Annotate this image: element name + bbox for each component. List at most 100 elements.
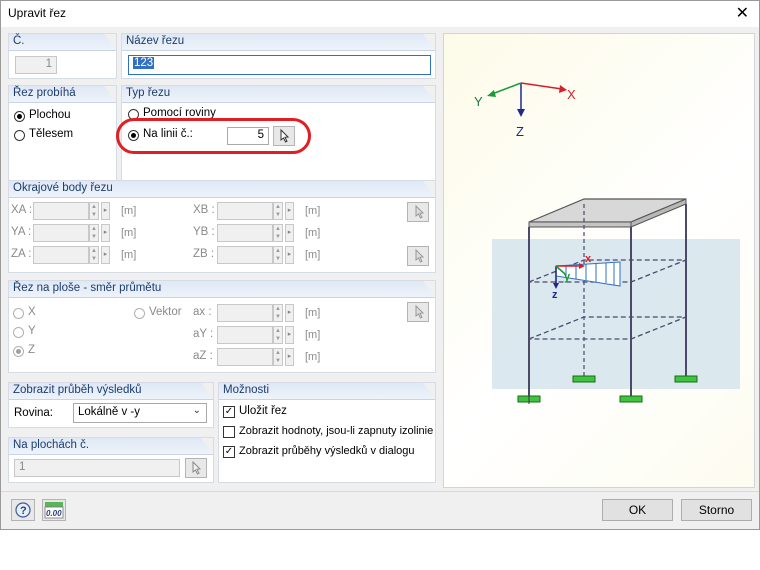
spin-icon[interactable]: ▲ ▼: [89, 246, 99, 264]
proj-field-label-2: aZ :: [193, 350, 213, 362]
axis-z-label: Z: [516, 124, 524, 139]
axis-x-line: [520, 82, 563, 90]
boundary-left-input-0[interactable]: [33, 202, 89, 220]
menu-arrow-icon[interactable]: ▸: [285, 326, 294, 344]
menu-arrow-icon[interactable]: ▸: [285, 202, 294, 220]
on-surfaces-label: Na plochách č.: [13, 439, 90, 451]
boundary-left-unit-1: [m]: [121, 227, 137, 239]
axis-x-arrow: [559, 85, 567, 93]
close-icon[interactable]: ✕: [736, 3, 749, 23]
cancel-button[interactable]: Storno: [681, 499, 752, 521]
edit-section-dialog: Upravit řez ✕ Č. 1 Název řezu 123 Řez pr…: [0, 0, 760, 530]
proj-field-input-0[interactable]: [217, 304, 273, 322]
number-field[interactable]: 1: [15, 56, 57, 74]
number-group-label: Č.: [13, 35, 25, 47]
radio-proj-y[interactable]: [13, 327, 24, 338]
help-icon: ?: [15, 502, 31, 518]
plane-label: Rovina:: [14, 407, 53, 419]
title-bar: Upravit řez ✕: [1, 1, 759, 27]
radio-proj-x[interactable]: [13, 308, 24, 319]
show-values-checkbox[interactable]: [223, 426, 235, 438]
units-button[interactable]: 0.00: [42, 499, 66, 521]
spin-icon[interactable]: ▲ ▼: [273, 202, 283, 220]
proj-field-unit-1: [m]: [305, 329, 321, 341]
pick-point-b-button[interactable]: [407, 246, 429, 266]
show-values-label: Zobrazit hodnoty, jsou-li zapnuty izolin…: [239, 425, 434, 437]
menu-arrow-icon[interactable]: ▸: [101, 224, 110, 242]
pick-surfaces-button[interactable]: [185, 458, 207, 478]
boundary-right-label-1: YB :: [193, 226, 215, 238]
save-section-checkbox[interactable]: ✓: [223, 406, 235, 418]
options-group: Možnosti ✓ Uložit řez Zobrazit hodnoty, …: [218, 382, 436, 483]
number-group: Č. 1: [8, 33, 117, 79]
radio-surface[interactable]: [14, 111, 25, 122]
boundary-right-input-2[interactable]: [217, 246, 273, 264]
spin-icon[interactable]: ▲ ▼: [273, 224, 283, 242]
pick-vector-button[interactable]: [407, 302, 429, 322]
name-group-label: Název řezu: [126, 35, 185, 47]
plane-select-value: Lokálně v -y: [78, 406, 141, 418]
help-button[interactable]: ?: [11, 499, 35, 521]
boundary-right-label-0: XB :: [193, 204, 215, 216]
svg-text:0.00: 0.00: [46, 509, 62, 518]
axis-z-arrow: [517, 109, 525, 117]
radio-surface-label: Plochou: [29, 109, 71, 121]
pick-point-icon: [415, 204, 425, 219]
section-runs-label: Řez probíhá: [13, 87, 76, 99]
on-surfaces-group: Na plochách č. 1: [8, 437, 214, 483]
boundary-left-input-1[interactable]: [33, 224, 89, 242]
menu-arrow-icon[interactable]: ▸: [285, 246, 294, 264]
boundary-right-unit-2: [m]: [305, 249, 321, 261]
radio-solid[interactable]: [14, 130, 25, 141]
footer-divider: [1, 491, 759, 492]
pick-point-icon: [415, 248, 425, 263]
units-icon: 0.00: [44, 502, 64, 519]
plane-select[interactable]: Lokálně v -y ⌄: [73, 403, 207, 423]
boundary-right-unit-1: [m]: [305, 227, 321, 239]
spin-icon[interactable]: ▲ ▼: [273, 304, 283, 322]
menu-arrow-icon[interactable]: ▸: [285, 348, 294, 366]
radio-proj-z-label: Z: [28, 344, 36, 356]
spin-icon[interactable]: ▲ ▼: [273, 246, 283, 264]
menu-arrow-icon[interactable]: ▸: [285, 224, 294, 242]
spin-icon[interactable]: ▲ ▼: [89, 224, 99, 242]
spin-icon[interactable]: ▲ ▼: [273, 348, 283, 366]
highlight-annotation: [116, 118, 311, 154]
boundary-right-input-1[interactable]: [217, 224, 273, 242]
proj-field-input-1[interactable]: [217, 326, 273, 344]
radio-proj-vector-label: Vektor: [149, 306, 182, 318]
ok-button[interactable]: OK: [602, 499, 673, 521]
proj-field-label-0: ax :: [193, 306, 212, 318]
section-name-value: 123: [133, 57, 155, 69]
show-diagrams-checkbox[interactable]: ✓: [223, 446, 235, 458]
boundary-right-unit-0: [m]: [305, 205, 321, 217]
menu-arrow-icon[interactable]: ▸: [101, 246, 110, 264]
boundary-left-label-1: YA :: [11, 226, 32, 238]
boundary-right-label-2: ZB :: [193, 248, 215, 260]
structure-preview: Y X Z x y z: [474, 82, 740, 404]
proj-field-label-1: aY :: [193, 328, 214, 340]
boundary-right-input-0[interactable]: [217, 202, 273, 220]
axis-y-arrow: [487, 90, 496, 97]
section-name-input[interactable]: 123: [128, 55, 431, 75]
local-z-label: z: [552, 289, 558, 301]
save-section-label: Uložit řez: [239, 405, 287, 417]
pick-point-a-button[interactable]: [407, 202, 429, 222]
radio-proj-z[interactable]: [13, 346, 24, 357]
cursor-pick-icon: [192, 460, 202, 475]
dialog-title: Upravit řez: [8, 6, 67, 20]
menu-arrow-icon[interactable]: ▸: [101, 202, 110, 220]
proj-field-input-2[interactable]: [217, 348, 273, 366]
svg-text:?: ?: [20, 505, 27, 517]
spin-icon[interactable]: ▲ ▼: [89, 202, 99, 220]
dialog-client: Č. 1 Název řezu 123 Řez probíhá Plochou …: [1, 27, 759, 529]
axis-y-label: Y: [474, 94, 483, 109]
surfaces-input[interactable]: 1: [14, 459, 180, 477]
results-display-group: Zobrazit průběh výsledků Rovina: Lokálně…: [8, 382, 214, 428]
options-label: Možnosti: [223, 384, 270, 396]
spin-icon[interactable]: ▲ ▼: [273, 326, 283, 344]
menu-arrow-icon[interactable]: ▸: [285, 304, 294, 322]
radio-proj-vector[interactable]: [134, 308, 145, 319]
radio-solid-label: Tělesem: [29, 128, 74, 140]
boundary-left-input-2[interactable]: [33, 246, 89, 264]
